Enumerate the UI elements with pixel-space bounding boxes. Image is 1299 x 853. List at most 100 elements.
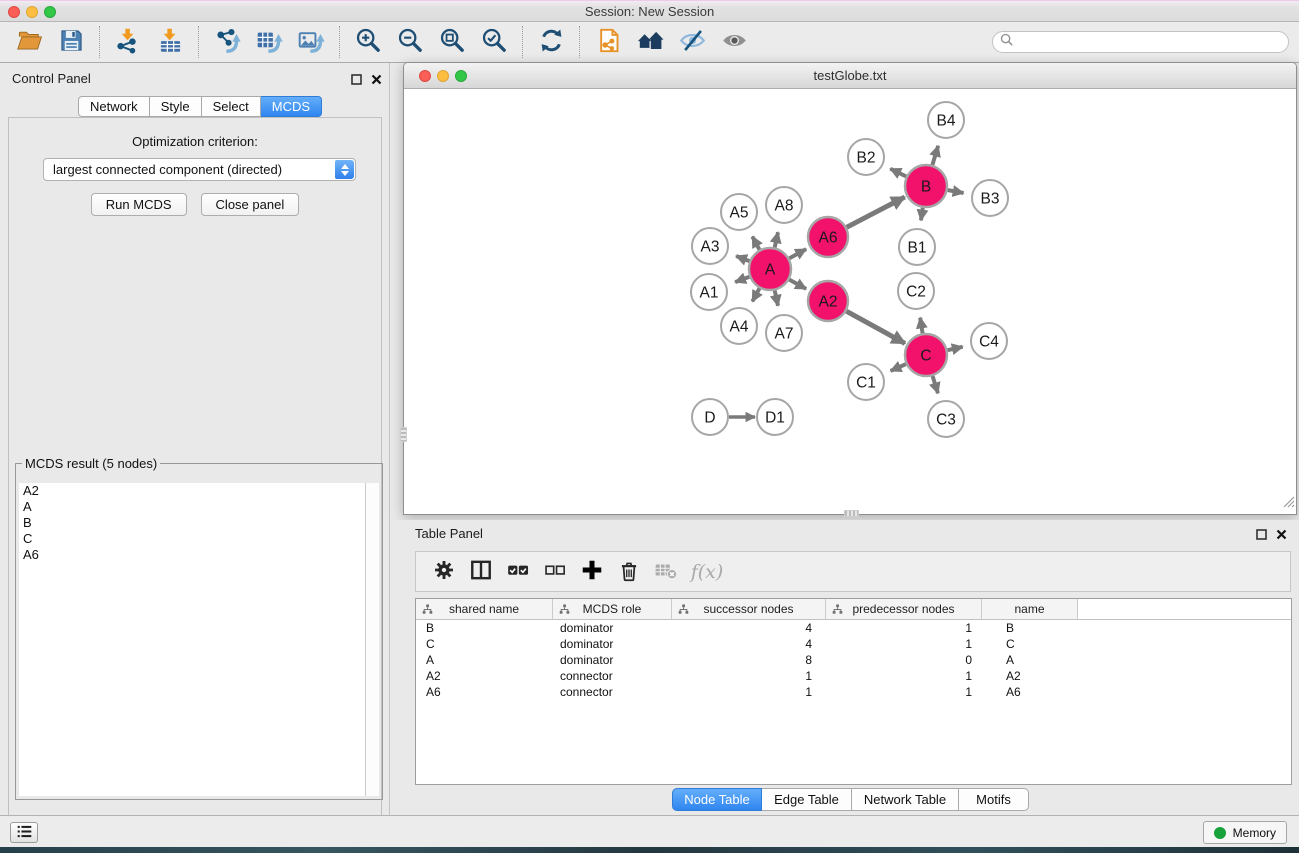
resize-grip-icon[interactable] — [1281, 494, 1295, 513]
node-B1[interactable]: B1 — [899, 229, 935, 265]
add-column-button[interactable] — [573, 556, 610, 588]
edge-A-A6[interactable] — [789, 249, 806, 258]
tab-style[interactable]: Style — [150, 96, 202, 117]
table-cell[interactable]: A6 — [416, 684, 553, 700]
delete-table-button[interactable] — [647, 556, 684, 588]
node-D1[interactable]: D1 — [757, 399, 793, 435]
network-window-titlebar[interactable]: testGlobe.txt — [404, 63, 1296, 89]
memory-button[interactable]: Memory — [1203, 821, 1287, 844]
network-maximize-traffic-light[interactable] — [455, 70, 467, 82]
import-network-button[interactable] — [110, 25, 146, 59]
result-list-scrollbar[interactable] — [365, 483, 379, 796]
edge-A6-B[interactable] — [847, 197, 905, 227]
node-B2[interactable]: B2 — [848, 139, 884, 175]
table-cell[interactable]: 1 — [826, 668, 982, 684]
browse-columns-button[interactable] — [462, 556, 499, 588]
edge-A-A3[interactable] — [736, 256, 749, 261]
table-cell[interactable]: 1 — [672, 668, 826, 684]
function-builder-button[interactable]: f(x) — [684, 556, 728, 588]
table-cell[interactable]: 1 — [826, 684, 982, 700]
close-panel-icon[interactable] — [371, 72, 382, 90]
table-cell[interactable]: 4 — [672, 636, 826, 652]
home-button[interactable] — [632, 25, 668, 59]
tab-mcds[interactable]: MCDS — [261, 96, 322, 117]
optimization-criterion-dropdown[interactable]: largest connected component (directed) — [43, 158, 356, 181]
edge-B-B4[interactable] — [932, 146, 938, 165]
tab-network-table[interactable]: Network Table — [852, 788, 959, 811]
bottom-resize-grip[interactable] — [844, 510, 859, 517]
tab-select[interactable]: Select — [202, 96, 261, 117]
search-box[interactable] — [992, 31, 1289, 53]
mcds-result-item[interactable]: C — [19, 531, 379, 547]
network-minimize-traffic-light[interactable] — [437, 70, 449, 82]
open-session-button[interactable] — [11, 25, 47, 59]
search-input[interactable] — [1018, 33, 1288, 51]
mcds-result-item[interactable]: A2 — [19, 483, 379, 499]
node-A7[interactable]: A7 — [766, 315, 802, 351]
node-B[interactable]: B — [905, 165, 947, 207]
export-network-button[interactable] — [209, 25, 245, 59]
column-header-MCDS-role[interactable]: MCDS role — [553, 599, 672, 619]
zoom-fit-button[interactable] — [434, 25, 470, 59]
table-cell[interactable]: 1 — [672, 684, 826, 700]
table-cell[interactable]: B — [982, 620, 1078, 636]
tab-node-table[interactable]: Node Table — [672, 788, 762, 811]
node-A2[interactable]: A2 — [808, 281, 848, 321]
table-cell[interactable]: A6 — [982, 684, 1078, 700]
float-panel-icon[interactable] — [351, 72, 362, 90]
edge-B-B1[interactable] — [921, 208, 923, 221]
table-cell[interactable]: connector — [553, 668, 672, 684]
show-eye-button[interactable] — [716, 25, 752, 59]
node-A[interactable]: A — [749, 248, 791, 290]
table-row[interactable]: Cdominator41C — [416, 636, 1291, 652]
import-table-button[interactable] — [152, 25, 188, 59]
node-A3[interactable]: A3 — [692, 228, 728, 264]
export-image-button[interactable] — [293, 25, 329, 59]
table-cell[interactable]: 8 — [672, 652, 826, 668]
table-cell[interactable]: dominator — [553, 636, 672, 652]
table-cell[interactable]: A — [416, 652, 553, 668]
node-A8[interactable]: A8 — [766, 187, 802, 223]
node-D[interactable]: D — [692, 399, 728, 435]
edge-A-A4[interactable] — [752, 288, 759, 301]
table-row[interactable]: A6connector11A6 — [416, 684, 1291, 700]
tab-motifs[interactable]: Motifs — [959, 788, 1029, 811]
node-C2[interactable]: C2 — [898, 273, 934, 309]
edge-C-C2[interactable] — [920, 318, 922, 334]
table-cell[interactable]: dominator — [553, 652, 672, 668]
tab-edge-table[interactable]: Edge Table — [762, 788, 852, 811]
mcds-result-item[interactable]: A6 — [19, 547, 379, 563]
edge-A-A8[interactable] — [775, 232, 778, 247]
table-row[interactable]: A2connector11A2 — [416, 668, 1291, 684]
edge-C-C4[interactable] — [947, 347, 962, 350]
table-cell[interactable]: 1 — [826, 636, 982, 652]
edge-B-B2[interactable] — [890, 169, 906, 177]
node-A4[interactable]: A4 — [721, 308, 757, 344]
node-B4[interactable]: B4 — [928, 102, 964, 138]
column-header-name[interactable]: name — [982, 599, 1078, 619]
left-resize-grip[interactable] — [400, 427, 407, 442]
hide-selected-button[interactable] — [674, 25, 710, 59]
node-C1[interactable]: C1 — [848, 364, 884, 400]
refresh-button[interactable] — [533, 25, 569, 59]
select-all-button[interactable] — [499, 556, 536, 588]
table-cell[interactable]: dominator — [553, 620, 672, 636]
zoom-selected-button[interactable] — [476, 25, 512, 59]
node-C3[interactable]: C3 — [928, 401, 964, 437]
node-A6[interactable]: A6 — [808, 217, 848, 257]
edge-A-A2[interactable] — [789, 280, 806, 289]
network-from-document-button[interactable] — [590, 25, 626, 59]
settings-button[interactable] — [425, 556, 462, 588]
tab-network[interactable]: Network — [78, 96, 150, 117]
close-panel-button[interactable]: Close panel — [201, 193, 300, 216]
close-table-panel-icon[interactable] — [1276, 527, 1287, 545]
column-header-predecessor-nodes[interactable]: predecessor nodes — [826, 599, 982, 619]
column-header-shared-name[interactable]: shared name — [416, 599, 553, 619]
table-cell[interactable]: C — [982, 636, 1078, 652]
node-C4[interactable]: C4 — [971, 323, 1007, 359]
save-session-button[interactable] — [53, 25, 89, 59]
table-cell[interactable]: A2 — [982, 668, 1078, 684]
unselect-all-button[interactable] — [536, 556, 573, 588]
edge-C-C3[interactable] — [933, 376, 938, 393]
table-cell[interactable]: 1 — [826, 620, 982, 636]
